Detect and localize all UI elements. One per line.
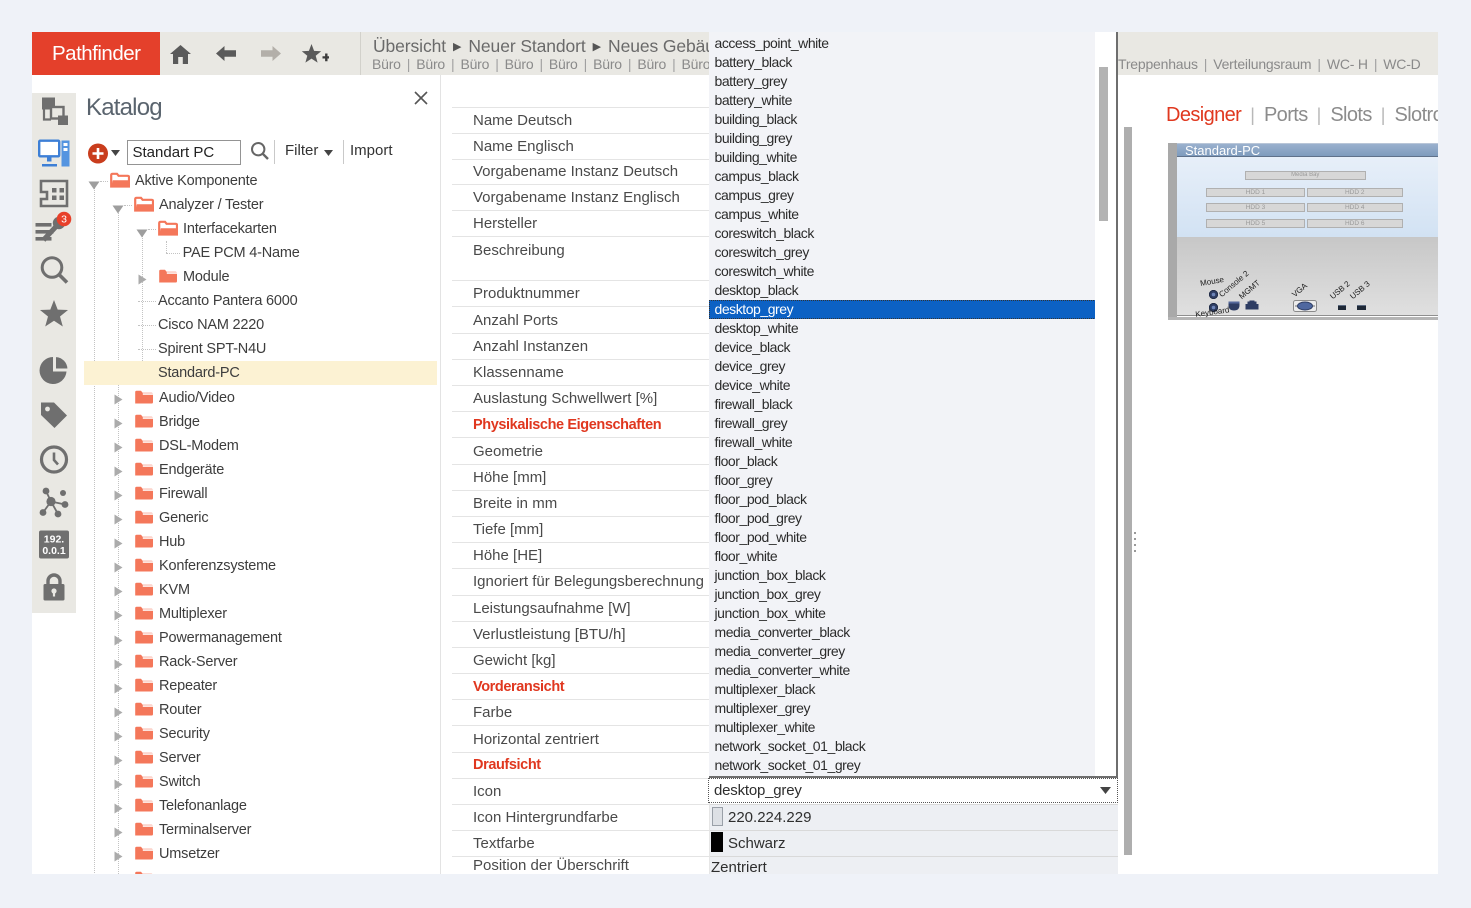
- svg-text:192.: 192.: [44, 534, 65, 546]
- svg-text:3: 3: [61, 214, 67, 226]
- svg-text:0.0.1: 0.0.1: [42, 545, 66, 557]
